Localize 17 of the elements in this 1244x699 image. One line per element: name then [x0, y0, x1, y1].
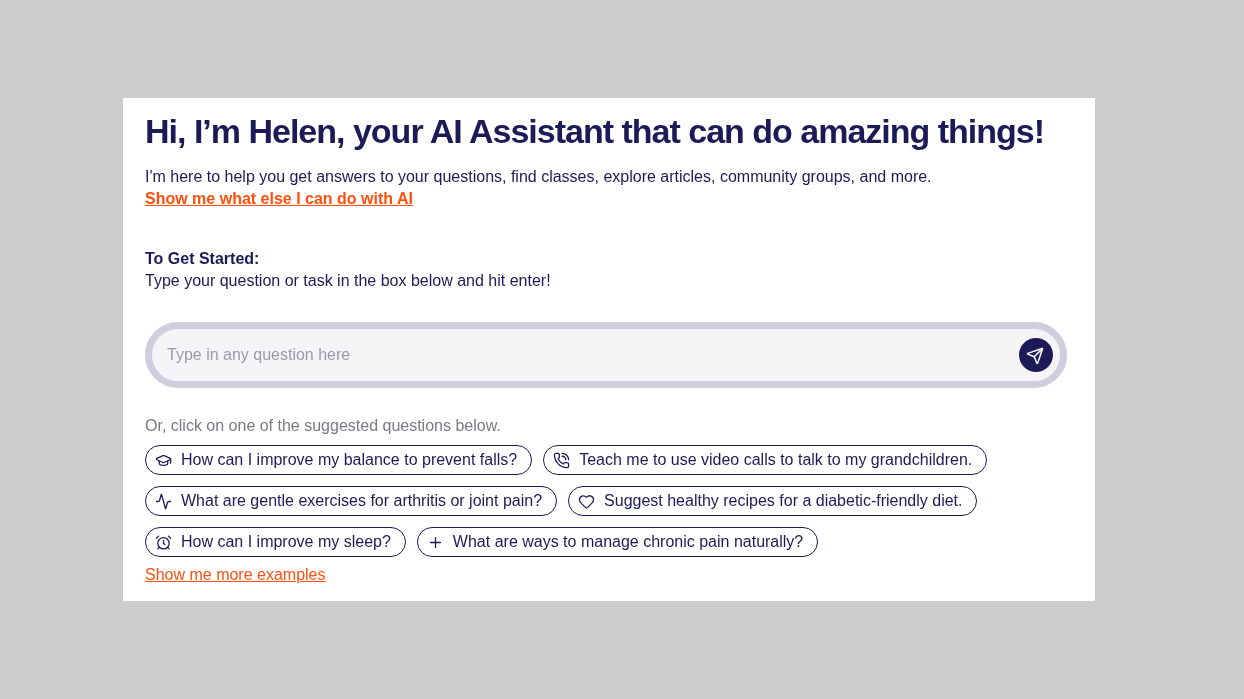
- question-field[interactable]: Type in any question here: [145, 322, 1067, 388]
- getting-started-title: To Get Started:: [145, 249, 260, 269]
- send-icon: [1026, 346, 1044, 365]
- suggestion-chip[interactable]: How can I improve my sleep?: [145, 527, 406, 557]
- suggestion-chip[interactable]: How can I improve my balance to prevent falls?: [145, 445, 533, 475]
- suggestions-hint: Or, click on one of the suggested questions below.: [145, 416, 501, 436]
- getting-started-text: Type your question or task in the box below and hit enter!: [145, 271, 551, 291]
- intro-text: I'm here to help you get answers to your questions, find classes, explore articles, community groups, and more.: [145, 167, 932, 187]
- pulse-line-icon: [155, 492, 172, 510]
- phone-call-icon: [553, 451, 571, 469]
- alarm-clock-icon: [155, 533, 172, 551]
- suggestion-chip[interactable]: Teach me to use video calls to talk to my grandchildren.: [543, 445, 988, 475]
- suggestion-chip[interactable]: Suggest healthy recipes for a diabetic-friendly diet.: [568, 486, 978, 516]
- suggestion-chip[interactable]: What are gentle exercises for arthritis or joint pain?: [145, 486, 558, 516]
- page-heading: Hi, I’m Helen, your AI Assistant that can do amazing things!: [145, 111, 1045, 152]
- heart-icon: [578, 492, 596, 510]
- suggestion-chip[interactable]: What are ways to manage chronic pain naturally?: [416, 527, 819, 557]
